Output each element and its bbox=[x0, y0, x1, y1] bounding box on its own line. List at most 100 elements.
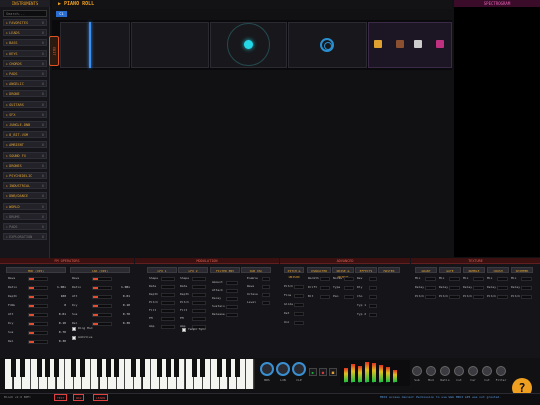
op2-slider[interactable] bbox=[92, 294, 112, 299]
sidebar-item[interactable]: ▸8_BIT-VGM 0 bbox=[3, 131, 47, 139]
clp-knob[interactable] bbox=[292, 362, 306, 376]
brs-knob[interactable] bbox=[260, 362, 274, 376]
sidebar-item[interactable]: ▸EXPLORATION 0 bbox=[3, 233, 47, 241]
filter-env-slider[interactable] bbox=[226, 296, 238, 301]
lfo-slider[interactable] bbox=[161, 292, 175, 297]
pitch-slider[interactable] bbox=[294, 293, 304, 298]
op2-slider[interactable] bbox=[92, 276, 112, 281]
wave-icon[interactable] bbox=[436, 40, 444, 48]
edit-side-tab[interactable]: EDIT bbox=[49, 36, 59, 66]
sidebar-item[interactable]: ▸GUITARS 0 bbox=[3, 100, 47, 108]
black-key[interactable] bbox=[97, 359, 102, 377]
texture-slider[interactable] bbox=[473, 285, 484, 290]
texture-slider[interactable] bbox=[497, 285, 508, 290]
lfo-slider[interactable] bbox=[161, 276, 175, 281]
wav-button[interactable]: WAV bbox=[73, 394, 85, 401]
black-key[interactable] bbox=[45, 359, 51, 377]
mix-knob[interactable] bbox=[468, 366, 478, 376]
instrument-icon[interactable] bbox=[396, 40, 404, 48]
op2-slider[interactable] bbox=[92, 312, 112, 317]
test-button[interactable]: TEST bbox=[54, 394, 68, 401]
sidebar-item[interactable]: ▸PADS 0 bbox=[3, 223, 47, 230]
noise-slider[interactable] bbox=[344, 276, 354, 281]
lfo-slider[interactable] bbox=[192, 276, 206, 281]
lfo-slider[interactable] bbox=[192, 284, 206, 289]
black-key[interactable] bbox=[54, 359, 59, 377]
sub-osc-slider[interactable] bbox=[262, 292, 270, 297]
sidebar-item[interactable]: ▸DNB/DANCE 0 bbox=[3, 192, 47, 200]
lfo-slider[interactable] bbox=[192, 292, 206, 297]
sidebar-item[interactable]: ▸DRONES 0 bbox=[3, 161, 47, 169]
black-key[interactable] bbox=[105, 359, 111, 377]
ring-mod-checkbox[interactable] bbox=[72, 327, 76, 331]
op1-slider[interactable] bbox=[28, 312, 48, 317]
sidebar-item[interactable]: ▸SFX 0 bbox=[3, 110, 47, 118]
sidebar-item[interactable]: ▸FAVORITES 0 bbox=[3, 19, 47, 26]
learn-button[interactable]: LEARN bbox=[93, 394, 109, 401]
op1-slider[interactable] bbox=[28, 303, 48, 308]
piano-roll-tab[interactable]: C1 bbox=[56, 11, 67, 17]
sidebar-item[interactable]: ▸DRUMS 0 bbox=[3, 212, 47, 220]
black-key[interactable] bbox=[131, 359, 137, 377]
filter-env-slider[interactable] bbox=[226, 280, 238, 285]
noise-slider[interactable] bbox=[344, 294, 354, 299]
pitch-slider[interactable] bbox=[294, 302, 304, 307]
sidebar-item[interactable]: ▸LEADS 0 bbox=[3, 29, 47, 37]
sidebar-item[interactable]: ▸CHORDS 0 bbox=[3, 59, 47, 67]
op1-slider[interactable] bbox=[28, 294, 48, 299]
black-key[interactable] bbox=[217, 359, 223, 377]
op1-slider[interactable] bbox=[28, 285, 48, 290]
pitch-slider[interactable] bbox=[294, 284, 304, 289]
op2-slider[interactable] bbox=[92, 321, 112, 326]
effects-slider[interactable] bbox=[369, 276, 377, 281]
texture-slider[interactable] bbox=[497, 294, 508, 299]
sidebar-item[interactable]: ▸KEYS 0 bbox=[3, 49, 47, 57]
op1-slider[interactable] bbox=[28, 339, 48, 344]
sidebar-item[interactable]: ▸ANGELIC 0 bbox=[3, 80, 47, 88]
effects-slider[interactable] bbox=[369, 294, 377, 299]
folder-icon[interactable] bbox=[374, 40, 382, 48]
filter-env-slider[interactable] bbox=[226, 312, 238, 317]
lfo-slider[interactable] bbox=[161, 316, 175, 321]
pitch-slider[interactable] bbox=[294, 320, 304, 325]
piano-keyboard[interactable] bbox=[5, 359, 255, 389]
texture-slider[interactable] bbox=[449, 276, 460, 281]
mix-knob[interactable] bbox=[412, 366, 422, 376]
stop-button[interactable]: ■ bbox=[329, 368, 337, 376]
sub-osc-slider[interactable] bbox=[262, 300, 270, 305]
sub-osc-slider[interactable] bbox=[262, 284, 270, 289]
lfo-slider[interactable] bbox=[161, 324, 175, 329]
black-key[interactable] bbox=[191, 359, 197, 377]
lfo-slider[interactable] bbox=[192, 308, 206, 313]
mix-knob[interactable] bbox=[482, 366, 492, 376]
tempo-sync-checkbox[interactable] bbox=[182, 328, 186, 332]
black-key[interactable] bbox=[140, 359, 145, 377]
sidebar-search-input[interactable]: Search... bbox=[3, 10, 47, 17]
sub-osc-slider[interactable] bbox=[262, 276, 270, 281]
mix-knob[interactable] bbox=[426, 366, 436, 376]
effects-slider[interactable] bbox=[369, 312, 377, 317]
black-key[interactable] bbox=[11, 359, 16, 377]
op1-slider[interactable] bbox=[28, 330, 48, 335]
pitch-slider[interactable] bbox=[294, 311, 304, 316]
mix-knob[interactable] bbox=[496, 366, 506, 376]
effects-slider[interactable] bbox=[369, 285, 377, 290]
black-key[interactable] bbox=[157, 359, 163, 377]
black-key[interactable] bbox=[19, 359, 25, 377]
texture-slider[interactable] bbox=[425, 285, 436, 290]
sidebar-item[interactable]: ▸WORLD 0 bbox=[3, 202, 47, 210]
op1-slider[interactable] bbox=[28, 321, 48, 326]
black-key[interactable] bbox=[36, 359, 42, 377]
lfo-slider[interactable] bbox=[161, 284, 175, 289]
black-key[interactable] bbox=[71, 359, 77, 377]
sidebar-item[interactable]: ▸PADS 0 bbox=[3, 70, 47, 77]
character-slider[interactable] bbox=[320, 285, 330, 290]
texture-slider[interactable] bbox=[473, 294, 484, 299]
black-key[interactable] bbox=[165, 359, 171, 377]
texture-slider[interactable] bbox=[449, 294, 460, 299]
op1-slider[interactable] bbox=[28, 276, 48, 281]
lin-knob[interactable] bbox=[276, 362, 290, 376]
sidebar-item[interactable]: ▸PSYCHEDELIC 0 bbox=[3, 172, 47, 179]
sidebar-item[interactable]: ▸BASS 0 bbox=[3, 39, 47, 47]
lfo-slider[interactable] bbox=[161, 308, 175, 313]
